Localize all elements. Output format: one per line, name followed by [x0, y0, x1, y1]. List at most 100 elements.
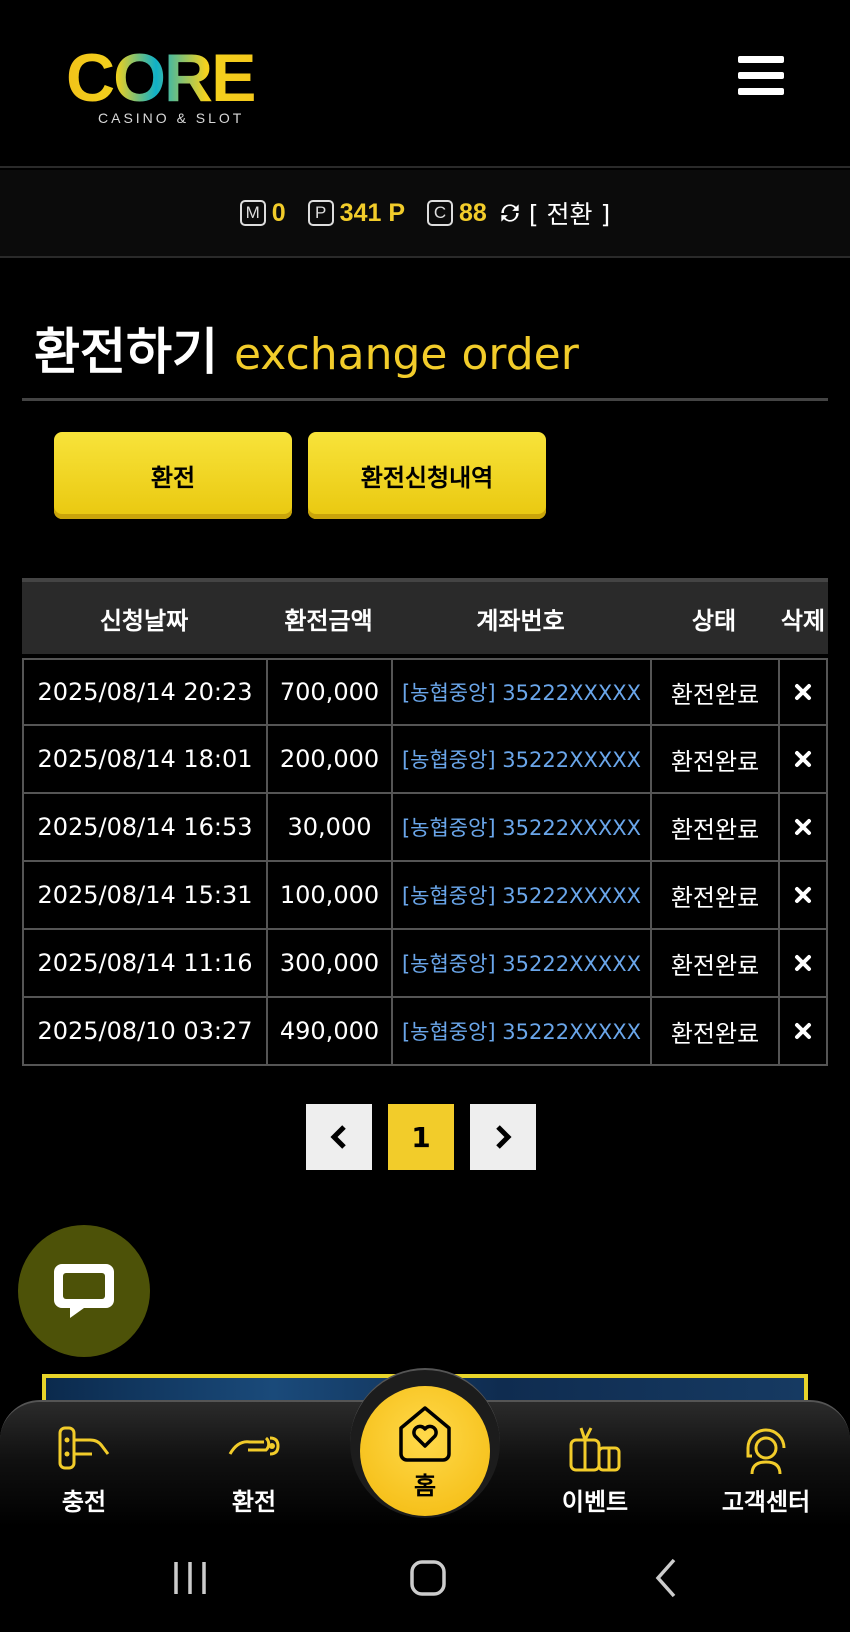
table-row: 2025/08/14 18:01 200,000 [농협중앙] 35222XXXXX… — [22, 726, 828, 794]
money-balance: M 0 — [239, 198, 286, 228]
page-title: 환전하기 exchange order — [34, 312, 579, 384]
cell-status: 환전완료 — [650, 658, 778, 726]
points-bar: M 0 P 341 P C 88 [ 전환 ] — [0, 170, 850, 258]
exchange-history-table: 신청날짜 환전금액 계좌번호 상태 삭제 2025/08/14 20:23 700… — [22, 578, 828, 1066]
delete-x-icon — [795, 887, 811, 903]
delete-button[interactable] — [778, 794, 828, 862]
convert-label: [ 전환 ] — [528, 200, 611, 229]
col-header-delete: 삭제 — [780, 606, 826, 635]
tab-exchange[interactable]: 환전 — [54, 432, 292, 519]
core-logo[interactable]: CORE CASINO & SLOT — [66, 44, 266, 126]
home-heart-icon — [399, 1405, 451, 1462]
prev-page-button[interactable] — [306, 1104, 372, 1170]
convert-button[interactable]: [ 전환 ] — [497, 195, 610, 231]
cell-status: 환전완료 — [650, 930, 778, 998]
col-header-status: 상태 — [691, 606, 737, 635]
table-row: 2025/08/14 20:23 700,000 [농협중앙] 35222XXXXX… — [22, 658, 828, 726]
cell-date: 2025/08/14 20:23 — [22, 658, 266, 726]
page-title-ko: 환전하기 — [34, 323, 218, 381]
delete-x-icon — [795, 1023, 811, 1039]
point-icon: P — [307, 200, 334, 226]
live-chat-button[interactable] — [18, 1225, 150, 1357]
cell-account[interactable]: [농협중앙] 35222XXXXX — [391, 726, 650, 794]
header: CORE CASINO & SLOT — [0, 0, 850, 168]
nav-charge-label: 충전 — [61, 1488, 107, 1516]
money-value: 0 — [271, 198, 286, 227]
hamburger-menu-icon[interactable] — [738, 56, 784, 96]
page-title-en: exchange order — [234, 329, 579, 380]
table-header: 신청날짜 환전금액 계좌번호 상태 삭제 — [22, 578, 828, 654]
back-button[interactable] — [648, 1556, 688, 1604]
home-square-icon — [410, 1560, 446, 1596]
logo-word: CORE — [66, 44, 266, 112]
cell-date: 2025/08/14 18:01 — [22, 726, 266, 794]
cell-date: 2025/08/10 03:27 — [22, 998, 266, 1066]
comp-value: 88 — [459, 198, 487, 227]
table-row: 2025/08/10 03:27 490,000 [농협중앙] 35222XXXXX… — [22, 998, 828, 1066]
cell-amount: 100,000 — [266, 862, 391, 930]
gift-icon — [569, 1427, 621, 1472]
delete-x-icon — [795, 684, 811, 700]
point-balance: P 341 P — [307, 198, 406, 228]
cell-status: 환전완료 — [650, 998, 778, 1066]
comp-balance: C 88 — [427, 199, 487, 228]
cell-account[interactable]: [농협중앙] 35222XXXXX — [391, 998, 650, 1066]
nav-support-label: 고객센터 — [721, 1488, 811, 1516]
back-chevron-icon — [655, 1558, 676, 1598]
title-divider — [22, 398, 828, 401]
recent-apps-button[interactable] — [170, 1556, 210, 1604]
table-row: 2025/08/14 11:16 300,000 [농협중앙] 35222XXXXX… — [22, 930, 828, 998]
nav-support[interactable]: 고객센터 — [706, 1420, 826, 1517]
delete-button[interactable] — [778, 658, 828, 726]
cell-date: 2025/08/14 15:31 — [22, 862, 266, 930]
cell-status: 환전완료 — [650, 726, 778, 794]
nav-home[interactable]: 홈 — [360, 1386, 490, 1516]
nav-event[interactable]: 이벤트 — [535, 1420, 655, 1517]
cell-account[interactable]: [농협중앙] 35222XXXXX — [391, 862, 650, 930]
headset-support-icon — [746, 1428, 786, 1475]
cell-account[interactable]: [농협중앙] 35222XXXXX — [391, 658, 650, 726]
nav-exchange[interactable]: 환전 — [194, 1420, 314, 1517]
cell-status: 환전완료 — [650, 862, 778, 930]
charge-icon — [58, 1426, 110, 1470]
table-row: 2025/08/14 16:53 30,000 [농협중앙] 35222XXXXX 환… — [22, 794, 828, 862]
table-body: 2025/08/14 20:23 700,000 [농협중앙] 35222XXXXX… — [22, 658, 828, 1066]
next-page-button[interactable] — [470, 1104, 536, 1170]
point-value: 341 P — [339, 198, 406, 227]
recent-apps-icon — [174, 1562, 206, 1594]
nav-event-label: 이벤트 — [561, 1488, 629, 1516]
page-number-button[interactable]: 1 — [388, 1104, 454, 1170]
home-system-button[interactable] — [408, 1556, 448, 1604]
cell-date: 2025/08/14 11:16 — [22, 930, 266, 998]
cell-amount: 30,000 — [266, 794, 391, 862]
money-icon: M — [239, 200, 266, 226]
cell-amount: 300,000 — [266, 930, 391, 998]
tab-exchange-history[interactable]: 환전신청내역 — [308, 432, 546, 519]
nav-charge[interactable]: 충전 — [24, 1420, 144, 1517]
table-row: 2025/08/14 15:31 100,000 [농협중앙] 35222XXXXX… — [22, 862, 828, 930]
cell-amount: 200,000 — [266, 726, 391, 794]
logo-subtitle: CASINO & SLOT — [98, 110, 245, 126]
cell-date: 2025/08/14 16:53 — [22, 794, 266, 862]
chat-bubble-icon — [54, 1264, 114, 1318]
cell-account[interactable]: [농협중앙] 35222XXXXX — [391, 930, 650, 998]
delete-button[interactable] — [778, 930, 828, 998]
delete-x-icon — [795, 955, 811, 971]
exchange-icon — [228, 1436, 280, 1456]
delete-x-icon — [795, 751, 811, 767]
pagination: 1 — [306, 1104, 536, 1170]
col-header-date: 신청날짜 — [99, 606, 189, 635]
cell-account[interactable]: [농협중앙] 35222XXXXX — [391, 794, 650, 862]
chevron-right-icon — [496, 1125, 512, 1149]
nav-home-label: 홈 — [413, 1471, 437, 1500]
delete-button[interactable] — [778, 998, 828, 1066]
delete-button[interactable] — [778, 862, 828, 930]
col-header-account: 계좌번호 — [476, 606, 565, 635]
cell-status: 환전완료 — [650, 794, 778, 862]
delete-button[interactable] — [778, 726, 828, 794]
cell-amount: 700,000 — [266, 658, 391, 726]
chevron-left-icon — [330, 1125, 346, 1149]
nav-exchange-label: 환전 — [231, 1488, 277, 1516]
delete-x-icon — [795, 819, 811, 835]
cell-amount: 490,000 — [266, 998, 391, 1066]
